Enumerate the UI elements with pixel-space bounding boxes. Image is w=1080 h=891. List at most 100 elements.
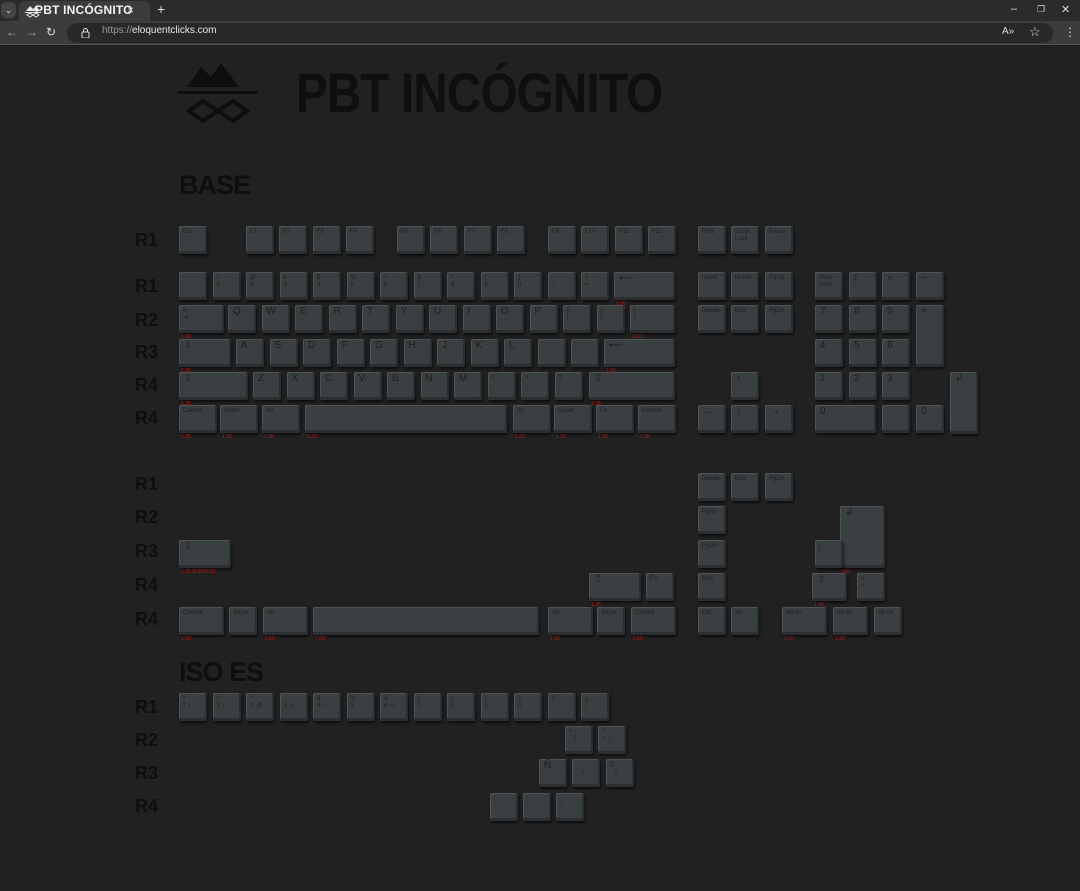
base-keycap: Scroll Lock xyxy=(731,226,759,254)
extra-keycap: End xyxy=(731,473,759,501)
keycap-legend: · 3 # xyxy=(283,696,294,709)
keycap-legend: + = xyxy=(585,275,589,288)
keycap-legend: * + ] xyxy=(602,729,611,742)
base-keycap: Y xyxy=(395,305,424,333)
keycap-legend: ⇧ xyxy=(184,373,193,384)
keycap-legend: " ' xyxy=(575,342,578,355)
base-keycap: ⇤ ⇥ xyxy=(179,305,224,333)
keycap-legend: ⇧ xyxy=(594,574,603,585)
url-text[interactable]: https://eloquentclicks.com xyxy=(102,25,217,36)
keycap-legend: Insert xyxy=(702,275,718,281)
base-keycap: F10 xyxy=(581,226,609,254)
keycap-legend: 4 xyxy=(820,340,826,351)
base-keycap: F xyxy=(336,339,365,367)
keycap-legend: Delete xyxy=(702,308,720,314)
back-button[interactable]: ← xyxy=(6,25,18,39)
forward-button[interactable]: → xyxy=(26,25,38,39)
base-keycap: + xyxy=(916,305,944,367)
base-keycap: F12 xyxy=(648,226,676,254)
keycap-legend: S xyxy=(274,340,282,351)
keycap-legend: ! 1 | xyxy=(216,696,225,709)
base-keycap: & 7 xyxy=(413,272,442,300)
base-keycap: { [ xyxy=(563,305,591,333)
keycap-legend: / 7 xyxy=(417,696,421,709)
keycap-legend: F8 xyxy=(501,229,509,235)
base-keycap: ! 1 xyxy=(212,272,241,300)
keycap-legend: Num Lock xyxy=(819,275,832,288)
keycap-size-label: 1.25 xyxy=(598,434,608,440)
extra-keycap: ⇩ xyxy=(179,540,231,568)
keycap-legend: F10 xyxy=(585,229,596,235)
base-keycap: F4 xyxy=(346,226,374,254)
base-keycap: > . xyxy=(521,372,549,400)
tab-list-button[interactable]: ⌄ xyxy=(1,2,16,18)
keycap-size-label: 1.50 xyxy=(784,636,794,642)
extra-keycap: ⇧ xyxy=(812,573,847,601)
base-keycap: Alt xyxy=(513,405,551,433)
keycap-legend: ⇩ xyxy=(184,340,193,351)
extra-keycap: End xyxy=(698,573,726,601)
restore-button[interactable]: ❐ xyxy=(1037,4,1045,15)
keycap-legend: * 8 xyxy=(451,275,455,288)
keycap-legend: L xyxy=(509,340,515,351)
base-keycap: G xyxy=(370,339,398,367)
row-label: R1 xyxy=(135,276,159,296)
reload-button[interactable]: ↻ xyxy=(46,25,56,39)
keycap-legend: Ñ xyxy=(544,760,552,771)
close-window-button[interactable]: ✕ xyxy=(1061,3,1070,16)
iso-es-keycap: ª º \ xyxy=(179,693,207,721)
tab-close-icon[interactable]: × xyxy=(127,3,134,17)
base-keycap: " ' xyxy=(571,339,599,367)
keycap-legend: 8 xyxy=(854,306,860,317)
keycap-size-label: 1.25 xyxy=(835,636,845,642)
keycap-legend: O xyxy=(501,306,509,317)
keycap-legend: Super xyxy=(224,408,241,414)
keycap-legend: / xyxy=(854,273,857,284)
extra-keycap: Alt Gr xyxy=(874,607,902,635)
base-keycap: 5 xyxy=(849,339,877,367)
new-tab-button[interactable]: + xyxy=(157,1,165,17)
base-keycap: ⟵ xyxy=(604,339,675,367)
base-keycap: F7 xyxy=(464,226,492,254)
minimize-button[interactable]: – xyxy=(1011,3,1017,15)
extra-keycap: Super xyxy=(597,607,625,635)
keycap-legend: $ 4 ~ xyxy=(317,696,328,709)
browser-menu-icon[interactable]: ⋮ xyxy=(1064,25,1076,39)
iso-es-keycap: * + ] xyxy=(598,726,626,754)
base-keycap: 4 xyxy=(815,339,843,367)
base-keycap: P xyxy=(529,305,558,333)
iso-es-keycap: & 6 ¬ xyxy=(380,693,408,721)
keycap-legend: Z xyxy=(258,373,265,384)
base-keycap: ) 0 xyxy=(514,272,542,300)
base-keycap: ↲ xyxy=(950,372,978,434)
keycap-legend: ^ 6 xyxy=(384,275,388,288)
base-keycap: ^ 6 xyxy=(380,272,408,300)
keycap-legend: Home xyxy=(735,275,752,281)
base-keycap: PgUp xyxy=(765,272,793,300)
keycap-legend: F4 xyxy=(350,229,358,235)
base-keycap: Control xyxy=(638,405,676,433)
base-keycap: J xyxy=(437,339,465,367)
keycap-size-label: 7.00 xyxy=(315,636,325,642)
base-keycap: K xyxy=(470,339,499,367)
row-label: R3 xyxy=(135,342,159,362)
base-keycap: ↓ xyxy=(731,405,759,433)
extra-keycap: Super xyxy=(229,607,257,635)
bookmark-star-icon[interactable]: ☆ xyxy=(1029,24,1041,40)
base-keycap: E xyxy=(295,305,323,333)
base-keycap: V xyxy=(353,372,382,400)
keycap-legend: = 0 xyxy=(518,696,522,709)
keycap-legend: 3 xyxy=(887,373,893,384)
base-keycap: | \ xyxy=(630,305,675,333)
base-keycap: ⇧ xyxy=(179,372,248,400)
base-keycap: B xyxy=(387,372,415,400)
keycap-legend: Q xyxy=(233,306,241,317)
base-keycap: F9 xyxy=(548,226,576,254)
base-keycap: S xyxy=(269,339,298,367)
keycap-legend: _ - xyxy=(551,275,555,288)
read-aloud-icon[interactable]: A» xyxy=(1002,26,1014,37)
base-keycap: 0 xyxy=(815,405,876,433)
keycap-legend: Fn xyxy=(600,408,608,414)
keycap-legend: F xyxy=(341,340,348,351)
keycap-legend: K xyxy=(475,340,483,351)
